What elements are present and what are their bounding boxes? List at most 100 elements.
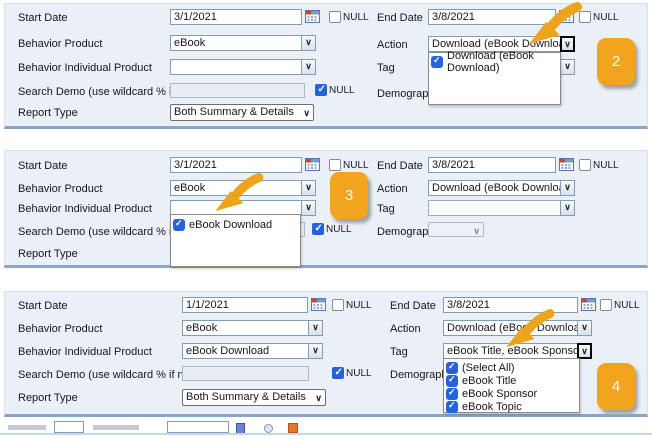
tag-label: Tag — [377, 62, 395, 74]
dropdown-item-label: eBook Sponsor — [462, 388, 537, 400]
null-label: NULL — [343, 160, 369, 171]
action-dropdown-icon[interactable] — [560, 180, 575, 196]
start-date-calendar-icon[interactable] — [305, 10, 320, 23]
end-date-label: End Date — [377, 12, 423, 24]
search-demo-null-checkbox[interactable] — [332, 367, 344, 379]
tag-select[interactable] — [428, 200, 561, 216]
behavior-individual-product-dropdown-list: eBook Download — [170, 214, 301, 267]
search-demo-null-checkbox[interactable] — [315, 84, 327, 96]
tag-dropdown-icon[interactable] — [560, 59, 575, 75]
dropdown-item-label: Download (eBook Download) — [447, 50, 558, 74]
null-label: NULL — [346, 368, 372, 379]
behavior-product-dropdown-icon[interactable] — [301, 35, 316, 51]
action-dropdown-list: Download (eBook Download) — [428, 52, 561, 105]
dropdown-item-label: eBook Download — [189, 219, 272, 231]
behavior-product-label: Behavior Product — [18, 323, 102, 335]
checked-checkbox-icon[interactable] — [446, 401, 458, 413]
callout-arrow-icon — [211, 173, 265, 213]
tag-dropdown-icon[interactable] — [577, 343, 592, 359]
dropdown-item[interactable]: (Select All) — [444, 361, 579, 374]
callout-arrow-icon — [501, 309, 557, 349]
behavior-individual-product-dropdown-icon[interactable] — [308, 343, 323, 359]
dropdown-item[interactable]: eBook Title — [444, 374, 579, 387]
behavior-individual-product-select[interactable] — [170, 59, 302, 75]
search-demo-input[interactable] — [170, 83, 305, 98]
callout-arrow-icon — [525, 2, 583, 46]
dropdown-item[interactable]: eBook Sponsor — [444, 387, 579, 400]
cropped-text — [8, 425, 46, 430]
behavior-product-dropdown-icon[interactable] — [301, 180, 316, 196]
behavior-product-select[interactable]: eBook — [170, 35, 302, 51]
dropdown-item[interactable]: eBook Topic — [444, 400, 579, 413]
toolbar-input[interactable] — [54, 421, 84, 433]
behavior-individual-product-label: Behavior Individual Product — [18, 62, 152, 74]
search-demo-null-checkbox[interactable] — [312, 223, 324, 235]
report-type-select[interactable]: Both Summary & Details — [182, 389, 326, 406]
behavior-product-label: Behavior Product — [18, 38, 102, 50]
end-date-null-checkbox[interactable] — [600, 299, 612, 311]
behavior-individual-product-label: Behavior Individual Product — [18, 203, 152, 215]
demographic-select[interactable] — [428, 222, 484, 237]
search-demo-input[interactable] — [182, 366, 309, 381]
checked-checkbox-icon[interactable] — [431, 56, 443, 68]
dropdown-item[interactable]: Download (eBook Download) — [429, 55, 560, 68]
section-divider — [0, 433, 652, 435]
report-type-label: Report Type — [18, 248, 78, 260]
end-date-null-checkbox[interactable] — [579, 159, 591, 171]
null-label: NULL — [593, 12, 619, 23]
end-date-label: End Date — [377, 160, 423, 172]
end-date-calendar-icon[interactable] — [581, 298, 596, 311]
dropdown-item-label: (Select All) — [462, 362, 515, 374]
start-date-calendar-icon[interactable] — [311, 298, 326, 311]
end-date-calendar-icon[interactable] — [559, 158, 574, 171]
behavior-individual-product-select[interactable]: eBook Download — [182, 343, 309, 359]
start-date-input[interactable] — [182, 297, 308, 313]
step-2-badge: 2 — [597, 38, 635, 85]
null-label: NULL — [343, 12, 369, 23]
start-date-input[interactable] — [170, 157, 302, 173]
checked-checkbox-icon[interactable] — [173, 219, 185, 231]
action-select[interactable]: Download (eBook Download) — [428, 180, 561, 196]
checked-checkbox-icon[interactable] — [446, 375, 458, 387]
tag-label: Tag — [390, 346, 408, 358]
step-3-badge: 3 — [330, 172, 368, 219]
checked-checkbox-icon[interactable] — [446, 388, 458, 400]
tag-dropdown-list: (Select All) eBook Title eBook Sponsor e… — [443, 358, 580, 413]
end-date-label: End Date — [390, 300, 436, 312]
null-label: NULL — [329, 85, 355, 96]
report-type-label: Report Type — [18, 392, 78, 404]
help-icon[interactable] — [264, 424, 273, 433]
end-date-input[interactable] — [428, 157, 556, 173]
behavior-product-select[interactable]: eBook — [182, 320, 309, 336]
export-icon[interactable] — [288, 423, 298, 433]
start-date-calendar-icon[interactable] — [305, 158, 320, 171]
null-label: NULL — [614, 300, 640, 311]
start-date-label: Start Date — [18, 160, 68, 172]
tag-dropdown-icon[interactable] — [560, 200, 575, 216]
dropdown-item-label: eBook Topic — [462, 401, 522, 413]
behavior-individual-product-label: Behavior Individual Product — [18, 346, 152, 358]
checked-checkbox-icon[interactable] — [446, 362, 458, 374]
action-label: Action — [377, 183, 408, 195]
cropped-text — [93, 425, 139, 430]
null-label: NULL — [346, 300, 372, 311]
step-4-badge: 4 — [597, 363, 635, 410]
tag-label: Tag — [377, 203, 395, 215]
report-type-select[interactable]: Both Summary & Details — [170, 104, 314, 121]
start-date-null-checkbox[interactable] — [329, 159, 341, 171]
start-date-label: Start Date — [18, 300, 68, 312]
dropdown-item[interactable]: eBook Download — [171, 218, 300, 231]
behavior-product-label: Behavior Product — [18, 183, 102, 195]
behavior-product-dropdown-icon[interactable] — [308, 320, 323, 336]
behavior-individual-product-dropdown-icon[interactable] — [301, 200, 316, 216]
dropdown-item-label: eBook Title — [462, 375, 516, 387]
start-date-input[interactable] — [170, 9, 302, 25]
start-date-null-checkbox[interactable] — [332, 299, 344, 311]
action-dropdown-icon[interactable] — [577, 320, 592, 336]
behavior-individual-product-dropdown-icon[interactable] — [301, 59, 316, 75]
action-label: Action — [377, 39, 408, 51]
report-filter-screen: Start Date NULL End Date NULL Behavior P… — [0, 0, 652, 439]
toolbar-input[interactable] — [167, 421, 229, 433]
start-date-null-checkbox[interactable] — [329, 11, 341, 23]
null-label: NULL — [326, 224, 352, 235]
